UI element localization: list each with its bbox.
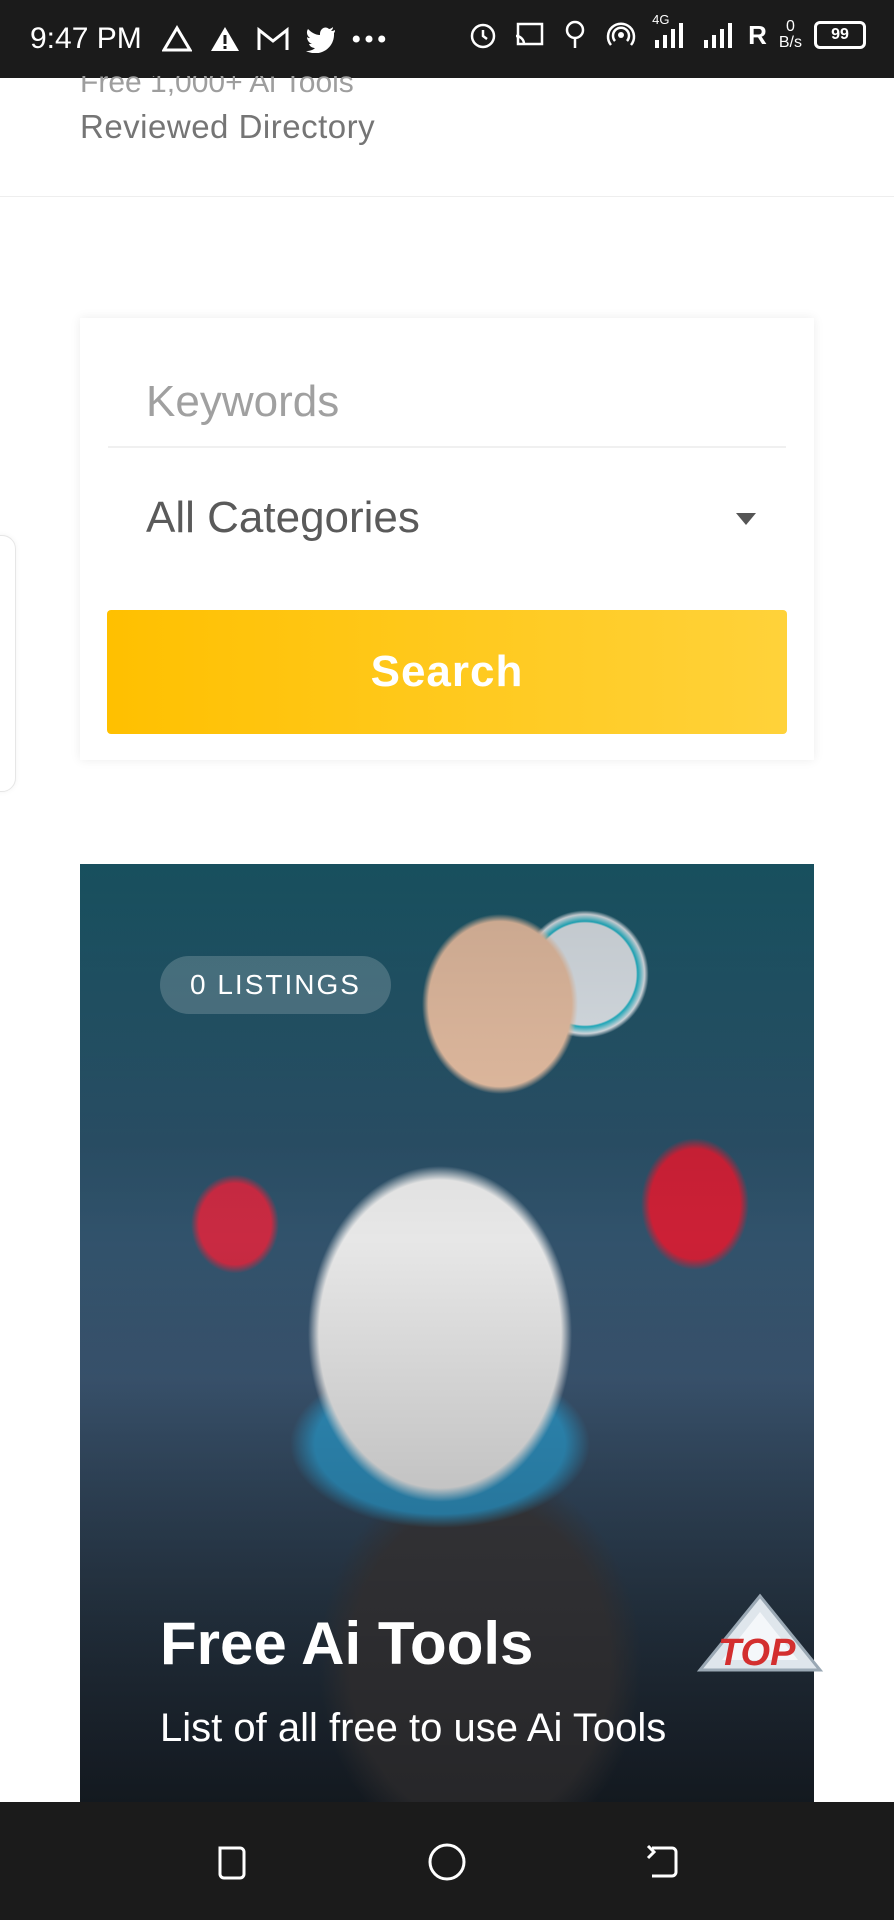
- gmail-icon: [256, 22, 290, 56]
- system-nav-bar: [0, 1802, 894, 1920]
- warning-filled-icon: [208, 22, 242, 56]
- notification-icons: [160, 22, 386, 56]
- hotspot-icon: [604, 18, 638, 52]
- status-time: 9:47 PM: [30, 22, 142, 55]
- system-icons: 4G R 0 B/s 99: [466, 12, 866, 52]
- warning-outline-icon: [160, 22, 194, 56]
- card-title[interactable]: Free Ai Tools: [160, 1609, 533, 1678]
- category-select[interactable]: All Categories: [108, 473, 786, 563]
- category-selected-value: All Categories: [146, 493, 420, 542]
- battery-indicator: 99: [814, 21, 866, 49]
- dropdown-caret-icon: [736, 513, 756, 525]
- site-header: Free 1,000+ Ai Tools Reviewed Directory: [0, 76, 894, 197]
- keywords-input[interactable]: [108, 358, 786, 448]
- listings-count-badge: 0 LISTINGS: [160, 956, 391, 1014]
- location-icon: [558, 18, 592, 52]
- top-label: TOP: [718, 1632, 796, 1674]
- home-icon[interactable]: [427, 1842, 467, 1882]
- site-subtitle: Reviewed Directory: [80, 108, 376, 145]
- roaming-indicator: R: [748, 19, 767, 50]
- search-button[interactable]: Search: [107, 610, 787, 734]
- card-subtitle: List of all free to use Ai Tools: [160, 1706, 667, 1750]
- network-speed: 0 B/s: [778, 18, 802, 51]
- back-to-top-button[interactable]: TOP: [690, 1590, 830, 1700]
- signal-icon: 4G: [650, 12, 690, 52]
- search-form: All Categories Search: [80, 318, 814, 760]
- signal-icon-2: [702, 18, 736, 52]
- alarm-icon: [466, 18, 500, 52]
- back-icon[interactable]: [642, 1842, 682, 1882]
- status-bar: 9:47 PM 4G R 0 B/s 99: [0, 0, 894, 78]
- side-drawer-handle[interactable]: [0, 535, 16, 792]
- twitter-icon: [304, 22, 338, 56]
- site-tagline: Free 1,000+ Ai Tools: [80, 76, 354, 98]
- network-type-label: 4G: [652, 12, 670, 27]
- more-dots-icon: [352, 22, 386, 56]
- recent-apps-icon[interactable]: [212, 1842, 252, 1882]
- cast-icon: [512, 18, 546, 52]
